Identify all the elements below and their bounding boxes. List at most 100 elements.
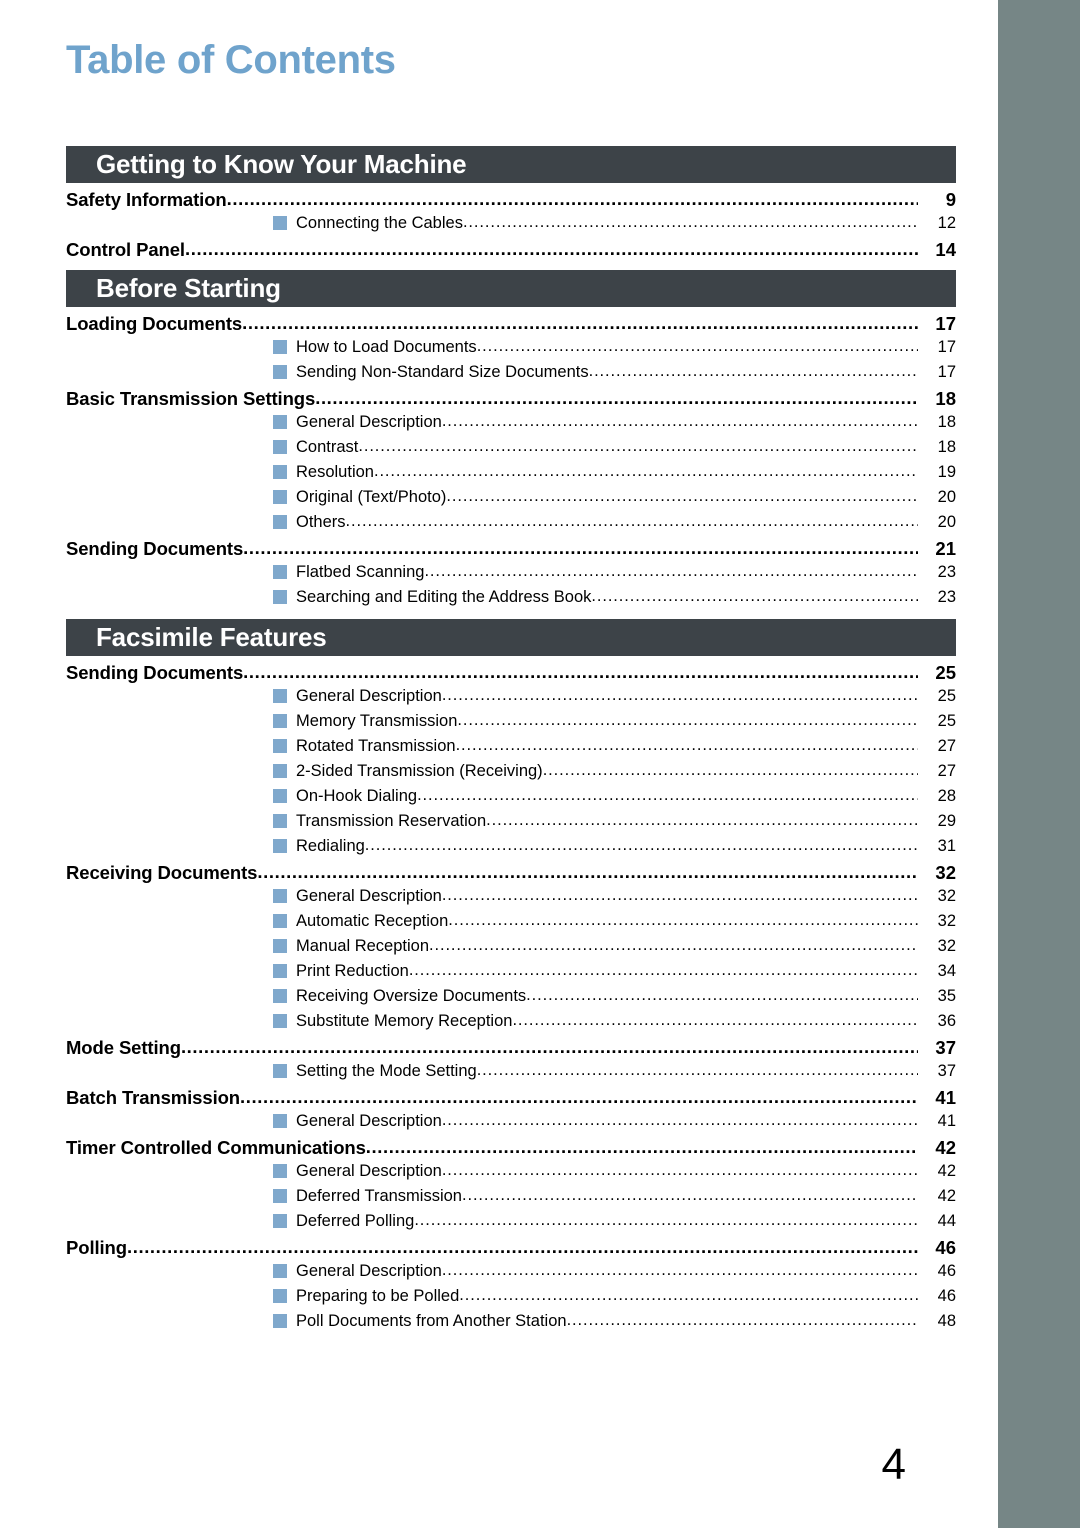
toc-entry-sub[interactable]: Rotated Transmission....................… [66, 736, 956, 762]
toc-section: Before Starting Loading Documents........… [66, 270, 956, 613]
toc-entry-page-number: 19 [937, 463, 956, 481]
toc-entry-sub[interactable]: General Description.....................… [66, 1161, 956, 1187]
toc-entry-sub[interactable]: On-Hook Dialing.........................… [66, 786, 956, 812]
toc-entry-sub[interactable]: Automatic Reception.....................… [66, 911, 956, 937]
toc-entry-main[interactable]: Polling.................................… [66, 1236, 956, 1262]
toc-entry-page-number: 42 [937, 1187, 956, 1205]
square-bullet-icon [273, 1064, 287, 1078]
toc-entry-sub[interactable]: General Description.....................… [66, 412, 956, 438]
square-bullet-icon [273, 1289, 287, 1303]
leader-dots: ........................................… [242, 312, 918, 333]
square-bullet-icon [273, 689, 287, 703]
toc-entry-main[interactable]: Mode Setting............................… [66, 1036, 956, 1062]
document-page: Table of Contents Getting to Know Your M… [0, 0, 998, 1528]
toc-entry-label: Rotated Transmission [296, 737, 456, 755]
square-bullet-icon [273, 964, 287, 978]
toc-entry-page-number: 12 [937, 214, 956, 232]
toc-entry-main[interactable]: Sending Documents.......................… [66, 537, 956, 563]
toc-entry-main[interactable]: Sending Documents.......................… [66, 661, 956, 687]
toc-entry-label: Contrast [296, 438, 359, 456]
square-bullet-icon [273, 1314, 287, 1328]
leader-dots: ........................................… [243, 537, 918, 558]
toc-entry-page-number: 9 [945, 189, 956, 210]
toc-entry-sub[interactable]: Redialing...............................… [66, 836, 956, 862]
toc-entry-page-number: 29 [937, 812, 956, 830]
toc-entry-main[interactable]: Control Panel...........................… [66, 238, 956, 264]
toc-entry-page-number: 34 [937, 962, 956, 980]
toc-entry-sub[interactable]: Flatbed Scanning........................… [66, 562, 956, 588]
leader-dots: ........................................… [462, 213, 918, 231]
square-bullet-icon [273, 590, 287, 604]
square-bullet-icon [273, 1214, 287, 1228]
toc-entry-sub[interactable]: Poll Documents from Another Station.....… [66, 1311, 956, 1337]
section-heading: Before Starting [66, 270, 956, 307]
toc-entry-sub[interactable]: Receiving Oversize Documents............… [66, 986, 956, 1012]
toc-entry-label: Sending Documents [66, 538, 244, 559]
toc-entry-page-number: 36 [937, 1012, 956, 1030]
toc-entry-sub[interactable]: Deferred Transmission...................… [66, 1186, 956, 1212]
toc-entry-label: Setting the Mode Setting [296, 1062, 477, 1080]
toc-entry-sub[interactable]: Print Reduction.........................… [66, 961, 956, 987]
toc-entry-sub[interactable]: Substitute Memory Reception.............… [66, 1011, 956, 1037]
leader-dots: ........................................… [315, 387, 918, 408]
toc-entry-main[interactable]: Basic Transmission Settings.............… [66, 387, 956, 413]
leader-dots: ........................................… [180, 1036, 918, 1057]
toc-entry-sub[interactable]: 2-Sided Transmission (Receiving)........… [66, 761, 956, 787]
toc-entry-page-number: 46 [937, 1262, 956, 1280]
toc-entry-label: General Description [296, 413, 442, 431]
toc-entry-page-number: 21 [935, 538, 956, 559]
toc-entry-sub[interactable]: Sending Non-Standard Size Documents.....… [66, 362, 956, 388]
toc-entry-sub[interactable]: General Description.....................… [66, 886, 956, 912]
toc-entry-main[interactable]: Receiving Documents.....................… [66, 861, 956, 887]
toc-entry-label: Redialing [296, 837, 365, 855]
toc-entry-sub[interactable]: Setting the Mode Setting................… [66, 1061, 956, 1087]
toc-entry-sub[interactable]: General Description.....................… [66, 686, 956, 712]
toc-entry-sub[interactable]: How to Load Documents...................… [66, 337, 956, 363]
toc-entry-sub[interactable]: General Description.....................… [66, 1111, 956, 1137]
square-bullet-icon [273, 340, 287, 354]
leader-dots: ........................................… [257, 861, 918, 882]
toc-entry-sub[interactable]: Contrast................................… [66, 437, 956, 463]
leader-dots: ........................................… [512, 1011, 918, 1029]
toc-entry-main[interactable]: Timer Controlled Communications.........… [66, 1136, 956, 1162]
toc-entry-sub[interactable]: Memory Transmission.....................… [66, 711, 956, 737]
leader-dots: ........................................… [441, 1261, 918, 1279]
toc-entry-sub[interactable]: Manual Reception........................… [66, 936, 956, 962]
square-bullet-icon [273, 565, 287, 579]
toc-entry-page-number: 44 [937, 1212, 956, 1230]
leader-dots: ........................................… [459, 1286, 918, 1304]
leader-dots: ........................................… [486, 811, 918, 829]
toc-entry-page-number: 37 [937, 1062, 956, 1080]
toc-entry-page-number: 41 [937, 1112, 956, 1130]
square-bullet-icon [273, 440, 287, 454]
leader-dots: ........................................… [424, 562, 918, 580]
toc-entry-page-number: 23 [937, 588, 956, 606]
toc-entry-label: Batch Transmission [66, 1087, 241, 1108]
toc-entry-sub[interactable]: General Description.....................… [66, 1261, 956, 1287]
toc-entry-page-number: 17 [937, 363, 956, 381]
square-bullet-icon [273, 814, 287, 828]
toc-entry-label: Resolution [296, 463, 374, 481]
toc-entry-sub[interactable]: Transmission Reservation................… [66, 811, 956, 837]
toc-entry-sub[interactable]: Others..................................… [66, 512, 956, 538]
toc-entry-main[interactable]: Batch Transmission......................… [66, 1086, 956, 1112]
toc-entry-sub[interactable]: Resolution..............................… [66, 462, 956, 488]
toc-entry-sub[interactable]: Searching and Editing the Address Book..… [66, 587, 956, 613]
toc-entry-label: Receiving Documents [66, 862, 258, 883]
toc-entry-sub[interactable]: Original (Text/Photo)...................… [66, 487, 956, 513]
toc-entry-sub[interactable]: Deferred Polling........................… [66, 1211, 956, 1237]
toc-entry-main[interactable]: Safety Information......................… [66, 188, 956, 214]
square-bullet-icon [273, 216, 287, 230]
square-bullet-icon [273, 365, 287, 379]
toc-entry-label: Automatic Reception [296, 912, 449, 930]
toc-entry-label: Receiving Oversize Documents [296, 987, 527, 1005]
toc-entry-page-number: 27 [937, 737, 956, 755]
toc-entry-label: Substitute Memory Reception [296, 1012, 513, 1030]
toc-entry-label: Sending Non-Standard Size Documents [296, 363, 589, 381]
toc-entry-sub[interactable]: Connecting the Cables...................… [66, 213, 956, 239]
toc-entry-label: Others [296, 513, 346, 531]
toc-entry-main[interactable]: Loading Documents.......................… [66, 312, 956, 338]
toc-entry-list: Safety Information......................… [66, 188, 956, 264]
square-bullet-icon [273, 939, 287, 953]
toc-entry-sub[interactable]: Preparing to be Polled..................… [66, 1286, 956, 1312]
